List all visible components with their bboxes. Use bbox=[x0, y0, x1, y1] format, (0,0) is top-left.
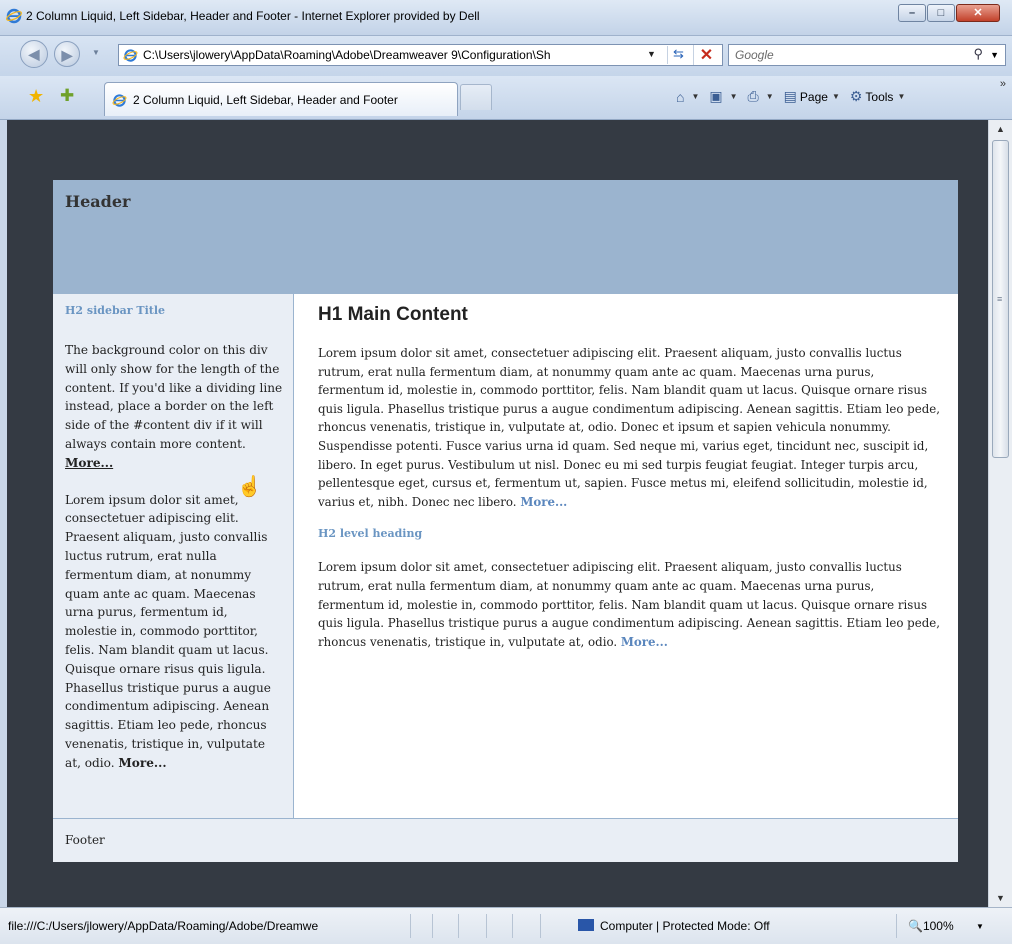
zoom-icon: 🔍 bbox=[908, 919, 923, 933]
vertical-scrollbar[interactable]: ▲ ≡ ▼ bbox=[988, 120, 1012, 907]
zoom-value: 100% bbox=[922, 919, 954, 933]
home-button[interactable]: ⌂ ▼ bbox=[676, 89, 699, 105]
search-box[interactable]: Google ⚲ ▼ bbox=[728, 44, 1006, 66]
security-zone-label: Computer | Protected Mode: Off bbox=[600, 919, 770, 933]
tab-current-page[interactable]: 2 Column Liquid, Left Sidebar, Header an… bbox=[104, 82, 458, 116]
new-tab-button[interactable] bbox=[460, 84, 492, 110]
print-icon: ⎙ bbox=[747, 88, 759, 104]
print-button[interactable]: ⎙ ▼ bbox=[748, 88, 774, 105]
more-commands-icon[interactable]: » bbox=[1000, 78, 1006, 90]
page-footer: Footer bbox=[53, 818, 958, 862]
status-text: file:///C:/Users/jlowery/AppData/Roaming… bbox=[8, 919, 319, 933]
footer-text: Footer bbox=[65, 833, 105, 847]
sidebar-paragraph-1: The background color on this div will on… bbox=[65, 341, 283, 473]
window-title: 2 Column Liquid, Left Sidebar, Header an… bbox=[26, 9, 480, 23]
tools-menu-label: Tools bbox=[865, 89, 894, 104]
stop-icon[interactable]: ✕ bbox=[693, 45, 719, 65]
status-divider bbox=[458, 914, 459, 938]
recent-pages-dropdown-icon[interactable]: ▼ bbox=[92, 48, 100, 57]
main-subheading: H2 level heading bbox=[318, 527, 423, 541]
main-paragraph-1-text: Lorem ipsum dolor sit amet, consectetuer… bbox=[318, 346, 940, 509]
search-placeholder[interactable]: Google bbox=[735, 48, 774, 62]
scroll-down-icon[interactable]: ▼ bbox=[989, 889, 1012, 907]
forward-button[interactable]: ▶ bbox=[54, 41, 80, 67]
maximize-icon: □ bbox=[937, 7, 945, 19]
main-paragraph-1: Lorem ipsum dolor sit amet, consectetuer… bbox=[318, 344, 942, 511]
header-title: Header bbox=[65, 192, 131, 211]
chevron-down-icon: ▼ bbox=[897, 92, 906, 101]
status-divider bbox=[410, 914, 411, 938]
sidebar-title: H2 sidebar Title bbox=[65, 304, 166, 317]
zoom-dropdown-icon[interactable]: ▼ bbox=[976, 922, 984, 931]
ie-logo-icon bbox=[6, 8, 22, 24]
page-icon: ▤ bbox=[783, 88, 797, 104]
page-header: Header bbox=[53, 180, 958, 294]
forward-arrow-icon: ▶ bbox=[61, 47, 73, 63]
scroll-grip-icon: ≡ bbox=[997, 294, 1003, 304]
address-dropdown-icon[interactable]: ▼ bbox=[647, 49, 656, 59]
status-divider bbox=[540, 914, 541, 938]
refresh-icon[interactable]: ⇆ bbox=[667, 46, 689, 64]
main-more-link-1[interactable]: More... bbox=[520, 495, 567, 509]
main-more-link-2[interactable]: More... bbox=[621, 635, 668, 649]
back-arrow-icon: ◀ bbox=[28, 46, 40, 62]
page-ie-icon bbox=[123, 49, 138, 62]
window-title-bar: 2 Column Liquid, Left Sidebar, Header an… bbox=[0, 0, 1012, 36]
scroll-up-icon[interactable]: ▲ bbox=[989, 120, 1012, 138]
status-divider bbox=[432, 914, 433, 938]
tab-label: 2 Column Liquid, Left Sidebar, Header an… bbox=[133, 93, 398, 107]
search-icon[interactable]: ⚲ bbox=[973, 46, 983, 62]
address-bar[interactable]: C:\Users\jlowery\AppData\Roaming\Adobe\D… bbox=[118, 44, 723, 66]
minimize-button[interactable]: – bbox=[898, 4, 926, 22]
gear-icon: ⚙ bbox=[849, 88, 863, 104]
sidebar-paragraph-2-text: Lorem ipsum dolor sit amet, consectetuer… bbox=[65, 492, 271, 770]
favorites-center-icon[interactable]: ★ bbox=[28, 86, 44, 107]
chevron-down-icon: ▼ bbox=[729, 92, 738, 101]
page-container: Header H2 sidebar Title The background c… bbox=[53, 180, 958, 862]
maximize-button[interactable]: □ bbox=[927, 4, 955, 22]
address-toolbar: ◀ ▶ ▼ C:\Users\jlowery\AppData\Roaming\A… bbox=[0, 36, 1012, 76]
computer-icon bbox=[578, 919, 594, 931]
sidebar-paragraph-1-text: The background color on this div will on… bbox=[65, 343, 283, 451]
main-title: H1 Main Content bbox=[318, 304, 468, 325]
feeds-button[interactable]: ▣ ▼ bbox=[709, 88, 737, 105]
sidebar-more-link-1[interactable]: More... bbox=[65, 456, 113, 470]
add-to-favorites-icon[interactable]: ✚ bbox=[60, 86, 74, 106]
zoom-level[interactable]: 🔍100% bbox=[908, 919, 954, 933]
close-icon: ✕ bbox=[973, 7, 983, 19]
sidebar: H2 sidebar Title The background color on… bbox=[53, 294, 294, 818]
sidebar-more-link-2[interactable]: More... bbox=[118, 756, 166, 770]
status-bar: file:///C:/Users/jlowery/AppData/Roaming… bbox=[0, 907, 1012, 944]
sidebar-paragraph-2: Lorem ipsum dolor sit amet, consectetuer… bbox=[65, 491, 283, 773]
page-viewport: Header H2 sidebar Title The background c… bbox=[7, 120, 988, 907]
address-url[interactable]: C:\Users\jlowery\AppData\Roaming\Adobe\D… bbox=[143, 48, 653, 62]
home-icon: ⌂ bbox=[676, 88, 685, 105]
back-button[interactable]: ◀ bbox=[20, 40, 48, 68]
page-menu-button[interactable]: ▤ Page ▼ bbox=[784, 88, 840, 105]
scroll-thumb[interactable]: ≡ bbox=[992, 140, 1009, 458]
page-menu-label: Page bbox=[799, 89, 828, 104]
chevron-down-icon: ▼ bbox=[691, 92, 700, 101]
status-divider bbox=[512, 914, 513, 938]
close-button[interactable]: ✕ bbox=[956, 4, 1000, 22]
search-options-dropdown-icon[interactable]: ▼ bbox=[990, 50, 999, 60]
hand-cursor-icon: ☝ bbox=[237, 476, 262, 498]
security-zone[interactable]: Computer | Protected Mode: Off bbox=[578, 919, 770, 933]
command-bar: ⌂ ▼ ▣ ▼ ⎙ ▼ ▤ Page ▼ ⚙ Tools ▼ bbox=[676, 88, 915, 105]
status-divider bbox=[896, 914, 897, 938]
main-paragraph-2: Lorem ipsum dolor sit amet, consectetuer… bbox=[318, 558, 942, 651]
tab-toolbar: ★ ✚ 2 Column Liquid, Left Sidebar, Heade… bbox=[0, 76, 1012, 120]
tab-ie-icon bbox=[112, 94, 127, 107]
chevron-down-icon: ▼ bbox=[765, 92, 774, 101]
feeds-icon: ▣ bbox=[709, 88, 723, 104]
main-content: H1 Main Content Lorem ipsum dolor sit am… bbox=[295, 294, 958, 818]
status-divider bbox=[486, 914, 487, 938]
minimize-icon: – bbox=[908, 7, 916, 19]
tools-menu-button[interactable]: ⚙ Tools ▼ bbox=[850, 88, 906, 105]
chevron-down-icon: ▼ bbox=[831, 92, 840, 101]
